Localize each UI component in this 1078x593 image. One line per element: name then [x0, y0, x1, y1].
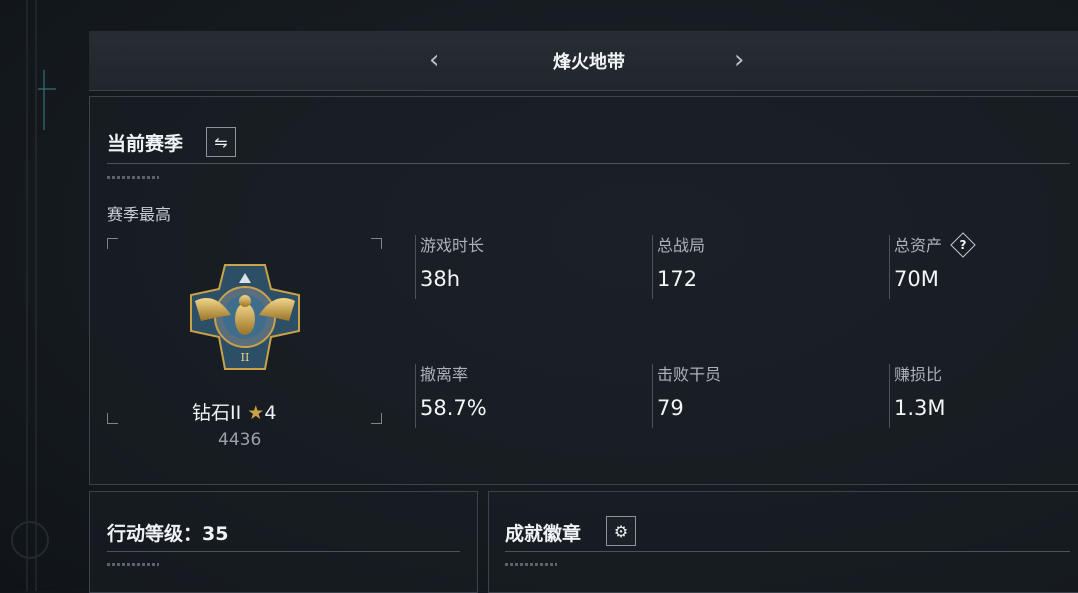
season-best-label: 赛季最高 — [107, 205, 172, 224]
stat-value: 58.7% — [420, 396, 487, 420]
mode-title: 烽火地带 — [553, 52, 625, 73]
stat-value: 70M — [894, 267, 939, 291]
stat-label: 总资产? — [894, 231, 1078, 258]
stat-value: 1.3M — [894, 396, 946, 420]
achievement-badges-panel: 成就徽章 ⚙ — [488, 491, 1078, 593]
stat-operators-defeated: 击败干员 79 — [652, 364, 857, 428]
stat-label: 赚损比 — [894, 365, 943, 384]
divider — [107, 163, 1070, 164]
stat-label: 击败干员 — [657, 365, 722, 384]
section-title-season: 当前赛季 — [107, 133, 184, 155]
stat-total-assets: 总资产? 70M — [889, 231, 1078, 299]
divider — [107, 551, 460, 552]
eagle-rank-badge-icon: II — [190, 264, 300, 370]
question-icon[interactable]: ? — [950, 231, 976, 258]
section-title-badges: 成就徽章 — [505, 523, 582, 545]
stat-profit-loss-ratio: 赚损比 1.3M — [889, 364, 1078, 428]
rank-name: 钻石II ★4 — [192, 398, 276, 425]
stat-value: 38h — [420, 267, 461, 291]
chevron-left-icon[interactable]: ‹ — [429, 43, 439, 77]
stat-label: 游戏时长 — [420, 236, 485, 255]
frame-corner — [107, 413, 118, 424]
background-decoration — [11, 0, 56, 591]
stat-label: 撤离率 — [420, 365, 469, 384]
stat-value: 79 — [657, 396, 684, 420]
stat-play-time: 游戏时长 38h — [415, 235, 620, 299]
frame-corner — [371, 413, 382, 424]
section-title-level: 行动等级：35 — [107, 523, 229, 545]
chevron-right-icon[interactable]: › — [734, 43, 744, 77]
stat-total-matches: 总战局 172 — [652, 235, 857, 299]
svg-text:II: II — [241, 351, 250, 364]
current-season-panel: 当前赛季 ⇋ 赛季最高 II 钻石II ★4 4436 游戏时长 38h 总战局… — [89, 96, 1078, 485]
decoration-dashes — [107, 563, 159, 566]
gear-icon[interactable]: ⚙ — [606, 516, 636, 546]
swap-icon[interactable]: ⇋ — [206, 127, 236, 157]
mode-switcher-bar: ‹ 烽火地带 › — [89, 31, 1078, 91]
action-level-panel: 行动等级：35 — [89, 491, 478, 593]
frame-corner — [371, 238, 382, 249]
divider — [505, 551, 1070, 552]
stat-value: 172 — [657, 267, 698, 291]
rank-score: 4436 — [218, 430, 262, 450]
decoration-dashes — [107, 176, 159, 179]
decoration-dashes — [505, 563, 557, 566]
frame-corner — [107, 238, 118, 249]
stat-extraction-rate: 撤离率 58.7% — [415, 364, 620, 428]
rank-stars: 4 — [264, 402, 277, 424]
star-icon: ★ — [247, 402, 265, 424]
stat-label-text: 总资产 — [894, 236, 943, 255]
stat-label: 总战局 — [657, 236, 706, 255]
rank-tier: 钻石II — [192, 402, 242, 424]
